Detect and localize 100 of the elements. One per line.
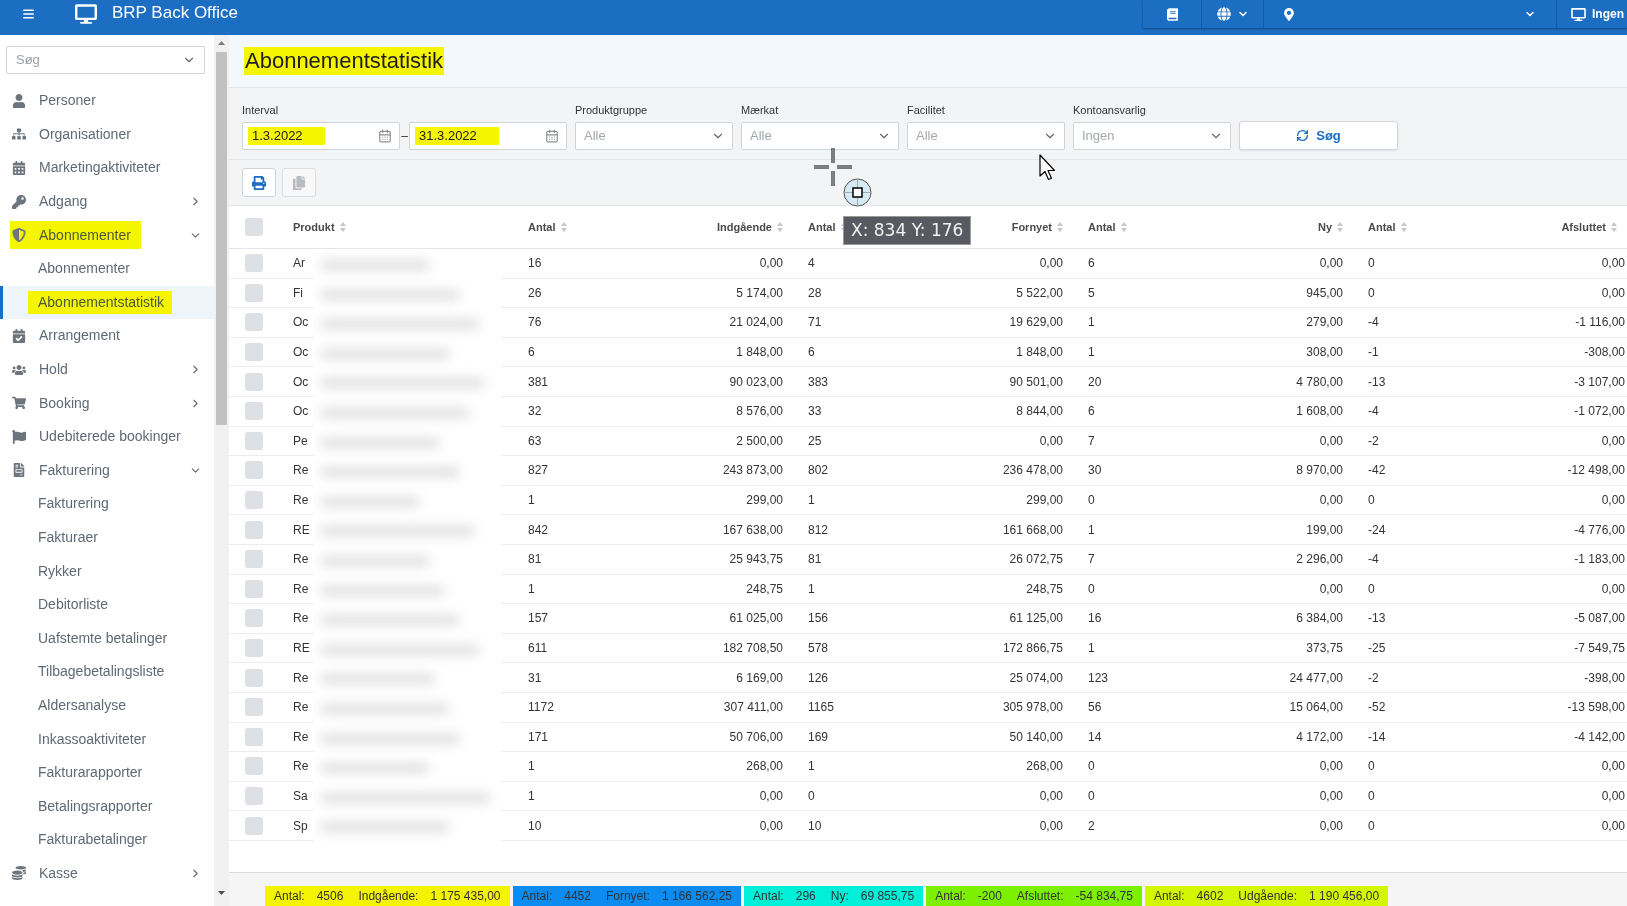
table-cell-text: 1 — [808, 758, 815, 776]
column-header[interactable]: Produkt — [293, 218, 346, 236]
scroll-up-icon[interactable] — [218, 41, 225, 45]
table-cell-text: 0 — [808, 788, 815, 805]
print-button[interactable] — [242, 168, 276, 197]
scroll-down-icon[interactable] — [218, 891, 225, 895]
org-chart-icon — [12, 127, 26, 142]
row-checkbox[interactable] — [245, 609, 263, 628]
table-cell-text: -42 — [1368, 462, 1386, 480]
table-cell-text: 5 522,00 — [1016, 284, 1063, 302]
table-cell-text: 1 — [528, 492, 535, 510]
row-checkbox[interactable] — [245, 787, 263, 805]
table-cell-text: 383 — [808, 373, 829, 391]
column-header[interactable]: Indgående — [717, 218, 783, 236]
table-cell-text: 305 978,00 — [1002, 699, 1063, 717]
row-checkbox[interactable] — [245, 402, 263, 421]
sidebar-subitem[interactable]: Abonnementstatistik — [0, 285, 214, 320]
table-cell-text: Re — [293, 699, 309, 717]
row-checkbox[interactable] — [245, 461, 263, 480]
table-cell-text: 171 — [528, 728, 549, 746]
scrollbar[interactable] — [214, 35, 229, 906]
sidebar-subitem[interactable]: Abonnementer — [0, 251, 214, 286]
sidebar-item[interactable]: Arrangement — [0, 319, 214, 353]
sidebar-item[interactable]: Hold — [0, 352, 214, 387]
sidebar-item[interactable]: Personer — [0, 84, 214, 118]
table-cell-text: 827 — [528, 462, 549, 480]
table-cell-text: 0,00 — [1319, 432, 1343, 450]
monitor-icon — [1571, 7, 1586, 21]
sidebar-subitem[interactable]: Aldersanalyse — [0, 688, 214, 723]
table-cell-text: -24 — [1368, 521, 1386, 539]
table-cell-text: 4 — [808, 255, 815, 273]
date-field[interactable]: 31.3.2022 — [409, 122, 567, 150]
row-checkbox[interactable] — [245, 550, 263, 569]
row-checkbox[interactable] — [245, 343, 263, 362]
row-checkbox[interactable] — [245, 698, 263, 717]
sidebar-subitem[interactable]: Fakturering — [0, 487, 214, 521]
table-cell-text: 812 — [808, 521, 829, 539]
column-header[interactable]: Antal — [1368, 218, 1407, 236]
search-button[interactable]: Søg — [1239, 121, 1398, 150]
table-cell-text: Ar — [293, 255, 305, 273]
table-cell-text: 0 — [1088, 580, 1095, 598]
sidebar-subitem[interactable]: Inkassoaktiviteter — [0, 722, 214, 756]
globe-menu-button[interactable] — [1201, 0, 1263, 28]
table-cell-text: -3 107,00 — [1574, 373, 1625, 391]
sidebar-item[interactable]: Kasse — [0, 856, 214, 891]
row-checkbox[interactable] — [245, 639, 263, 657]
row-checkbox[interactable] — [245, 520, 263, 539]
table-cell-text: 30 — [1088, 462, 1102, 480]
scrollbar-thumb[interactable] — [216, 52, 227, 425]
column-header[interactable]: Fornyet — [1011, 218, 1063, 236]
sidebar-item[interactable]: Udebiterede bookinger — [0, 419, 214, 454]
table-cell-text: 26 — [528, 284, 542, 302]
table-cell-text: 61 125,00 — [1009, 610, 1063, 628]
table-cell-text: 25 943,75 — [729, 551, 783, 569]
table-cell-text: 6 — [1088, 403, 1095, 421]
row-checkbox[interactable] — [245, 816, 263, 835]
row-checkbox[interactable] — [245, 313, 263, 332]
sidebar-subitem[interactable]: Tilbagebetalingsliste — [0, 655, 214, 689]
sidebar-item[interactable]: Booking — [0, 386, 214, 420]
row-checkbox[interactable] — [245, 491, 263, 510]
table-cell-text: 26 072,75 — [1009, 551, 1063, 569]
sidebar-subitem[interactable]: Fakturaer — [0, 520, 214, 555]
table-cell-text: Re — [293, 492, 309, 510]
column-header[interactable]: Afsluttet — [1561, 218, 1617, 236]
sidebar-item[interactable]: Marketingaktiviteter — [0, 151, 214, 185]
row-checkbox[interactable] — [245, 283, 263, 302]
table-cell-text: 90 023,00 — [729, 373, 783, 391]
table-cell-text: -14 — [1368, 728, 1386, 746]
column-header[interactable]: Antal — [528, 218, 567, 236]
column-header[interactable]: Ny — [1317, 218, 1343, 236]
workstation-button[interactable]: Ingen — [1556, 0, 1627, 28]
table-cell-text: -13 598,00 — [1567, 699, 1625, 717]
column-header[interactable]: Antal — [1088, 218, 1127, 236]
sidebar-subitem[interactable]: Debitorliste — [0, 587, 214, 622]
table-cell-text: 6 — [1088, 255, 1095, 273]
sidebar-subitem[interactable]: Fakturarapporter — [0, 755, 214, 790]
sidebar-subitem[interactable]: Fakturabetalinger — [0, 823, 214, 857]
table-cell-text: 81 — [528, 551, 542, 569]
sidebar-item[interactable]: Organisationer — [0, 117, 214, 152]
select-all-checkbox[interactable] — [245, 218, 263, 236]
row-checkbox[interactable] — [245, 431, 263, 450]
sidebar-item[interactable]: Adgang — [0, 184, 214, 219]
sidebar-subitem[interactable]: Uafstemte betalinger — [0, 621, 214, 656]
row-checkbox[interactable] — [245, 668, 263, 687]
sidebar-subitem[interactable]: Rykker — [0, 554, 214, 588]
table-cell-text: -4 776,00 — [1574, 521, 1625, 539]
table-cell-text: 6 — [528, 344, 535, 362]
pin-icon — [1284, 7, 1294, 21]
sidebar-subitem[interactable]: Betalingsrapporter — [0, 789, 214, 824]
row-checkbox[interactable] — [245, 254, 263, 273]
range-separator: – — [400, 128, 409, 145]
total-value: -200 — [977, 888, 1002, 905]
sidebar-item[interactable]: Fakturering — [0, 453, 214, 488]
book-icon — [1166, 7, 1178, 21]
row-checkbox[interactable] — [245, 579, 263, 598]
row-checkbox[interactable] — [245, 727, 263, 746]
row-checkbox[interactable] — [245, 757, 263, 776]
row-checkbox[interactable] — [245, 372, 263, 391]
notebook-button[interactable] — [1143, 0, 1201, 28]
date-field[interactable]: 1.3.2022 — [242, 122, 400, 150]
